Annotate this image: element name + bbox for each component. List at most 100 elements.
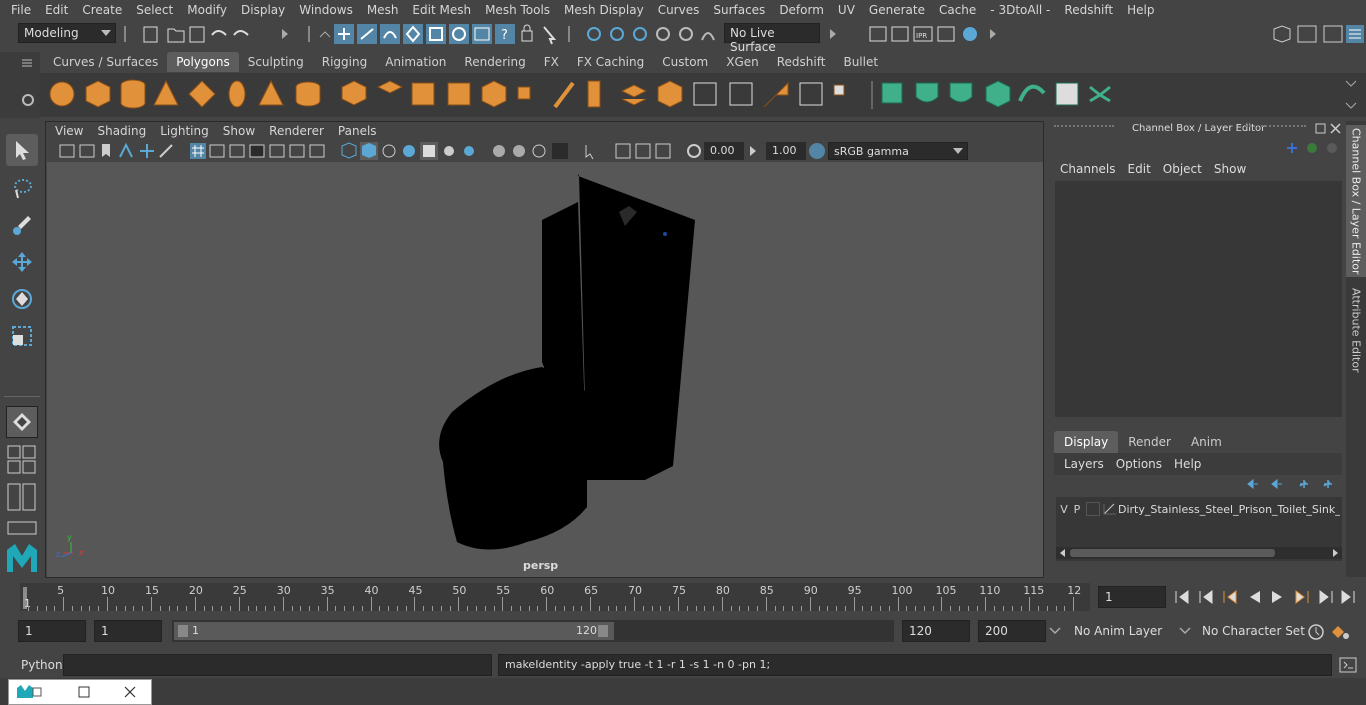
new-scene-icon[interactable] <box>143 26 158 43</box>
poly-cylinder-icon[interactable] <box>120 79 146 109</box>
xray-components-icon[interactable] <box>655 143 671 159</box>
shelf-tab-fx-caching[interactable]: FX Caching <box>568 52 653 72</box>
command-input[interactable] <box>63 654 492 676</box>
render-current-frame-icon[interactable] <box>869 26 887 42</box>
step-back-frame-icon[interactable] <box>1199 590 1213 604</box>
merge-icon[interactable] <box>799 82 823 106</box>
depth-of-field-icon[interactable] <box>552 143 568 159</box>
boolean-icon[interactable] <box>447 82 471 106</box>
poly-pipe-icon[interactable] <box>295 81 321 107</box>
append-polygon-icon[interactable] <box>620 84 648 106</box>
planar-uv-icon[interactable] <box>881 82 903 104</box>
restore-icon[interactable] <box>32 687 42 697</box>
layer-tab-anim[interactable]: Anim <box>1181 431 1232 453</box>
shelf-tab-redshift[interactable]: Redshift <box>768 52 835 72</box>
safe-title-icon[interactable] <box>309 144 325 158</box>
custom-layout-icon[interactable] <box>7 521 37 535</box>
menu-deform[interactable]: Deform <box>772 3 831 17</box>
layer-menu-layers[interactable]: Layers <box>1058 457 1110 471</box>
menu-windows[interactable]: Windows <box>292 3 360 17</box>
persp-outliner-layout-icon[interactable] <box>22 460 36 474</box>
script-editor-icon[interactable] <box>1338 656 1358 674</box>
channel-box-menu-channels[interactable]: Channels <box>1054 162 1122 176</box>
cut-sew-uv-icon[interactable] <box>1089 85 1111 103</box>
move-layer-up-icon[interactable] <box>1247 478 1258 490</box>
close-icon[interactable] <box>1330 123 1341 134</box>
uv-editor-icon[interactable] <box>1018 84 1046 102</box>
scale-tool[interactable] <box>6 320 38 352</box>
panel-menu-lighting[interactable]: Lighting <box>153 124 216 138</box>
color-space-dropdown[interactable]: sRGB gamma <box>828 142 968 160</box>
menu-redshift[interactable]: Redshift <box>1057 3 1120 17</box>
grey-dot-icon[interactable] <box>1327 143 1337 153</box>
anim-layer-dropdown[interactable]: No Anim Layer <box>1068 620 1176 642</box>
grid-toggle-icon[interactable] <box>190 143 206 159</box>
shelf-tab-xgen[interactable]: XGen <box>717 52 768 72</box>
four-pane-layout-icon[interactable] <box>22 445 36 459</box>
rotate-tool[interactable] <box>6 283 38 315</box>
screen-space-ao-icon[interactable] <box>493 145 505 157</box>
poly-pyramid-icon[interactable] <box>258 79 284 106</box>
render-settings-icon[interactable] <box>937 26 955 42</box>
menu-surfaces[interactable]: Surfaces <box>706 3 772 17</box>
playback-start-field[interactable]: 1 <box>94 620 162 642</box>
use-all-lights-icon[interactable] <box>444 146 454 156</box>
play-forwards-icon[interactable] <box>1272 591 1282 603</box>
cylindrical-uv-icon[interactable] <box>915 82 939 103</box>
shelf-scroll-icon[interactable] <box>1345 80 1357 109</box>
shelf-tab-polygons[interactable]: Polygons <box>167 52 239 72</box>
green-dot-icon[interactable] <box>1307 143 1317 153</box>
shelf-settings-gear-icon[interactable] <box>22 94 34 106</box>
menu-display[interactable]: Display <box>234 3 292 17</box>
panel-grip[interactable] <box>1246 125 1306 133</box>
range-end-grip[interactable] <box>598 625 608 637</box>
manipulator-icon[interactable] <box>1287 143 1297 153</box>
outliner-layout-icon[interactable] <box>7 483 21 511</box>
layer-display-type-toggle[interactable] <box>1086 502 1100 516</box>
poly-cube-icon[interactable] <box>85 80 111 108</box>
channel-box-menu-edit[interactable]: Edit <box>1122 162 1157 176</box>
range-start-grip[interactable] <box>178 625 188 637</box>
menu-modify[interactable]: Modify <box>180 3 234 17</box>
poly-cone-icon[interactable] <box>153 79 179 106</box>
menu-file[interactable]: File <box>4 3 38 17</box>
shelf-tab-fx[interactable]: FX <box>535 52 568 72</box>
pick-walk-icon[interactable] <box>543 26 557 45</box>
smooth-icon[interactable] <box>411 82 435 106</box>
command-language-toggle[interactable]: Python <box>21 658 63 672</box>
channel-box-menu-show[interactable]: Show <box>1208 162 1252 176</box>
3d-viewport[interactable]: x y z persp <box>47 162 1043 577</box>
insert-edge-loop-icon[interactable] <box>693 82 717 106</box>
menu-curves[interactable]: Curves <box>651 3 707 17</box>
panel-menu-panels[interactable]: Panels <box>331 124 384 138</box>
paint-select-tool[interactable] <box>6 209 38 241</box>
automatic-uv-icon[interactable] <box>985 80 1011 108</box>
shelf-tab-bullet[interactable]: Bullet <box>834 52 887 72</box>
chevron-down-icon[interactable] <box>1178 626 1192 636</box>
spherical-uv-icon[interactable] <box>949 82 973 103</box>
hypershade-icon[interactable] <box>963 27 977 41</box>
separate-icon[interactable] <box>376 80 404 94</box>
menu-mesh-display[interactable]: Mesh Display <box>557 3 651 17</box>
menu-cache[interactable]: Cache <box>932 3 983 17</box>
tab-channel-box-layer-editor[interactable]: Channel Box / Layer Editor <box>1346 125 1366 277</box>
animation-preferences-icon[interactable] <box>1332 626 1344 638</box>
shelf-tab-curves-surfaces[interactable]: Curves / Surfaces <box>44 52 167 72</box>
layer-tab-display[interactable]: Display <box>1054 431 1119 453</box>
render-sequence-icon[interactable] <box>891 26 909 42</box>
anti-aliasing-icon[interactable] <box>532 144 546 158</box>
poly-plane-icon[interactable] <box>188 80 216 108</box>
shelf-menu-icon[interactable] <box>22 59 32 67</box>
maximize-icon[interactable] <box>78 686 90 698</box>
shelf-tab-sculpting[interactable]: Sculpting <box>239 52 313 72</box>
step-forward-frame-icon[interactable] <box>1319 590 1333 604</box>
playback-end-field[interactable]: 120 <box>902 620 970 642</box>
shadows-icon[interactable] <box>464 146 474 156</box>
exposure-field[interactable]: 0.00 <box>704 142 744 160</box>
new-layer-from-selection-icon[interactable] <box>1323 480 1332 488</box>
animation-end-field[interactable]: 200 <box>978 620 1046 642</box>
graph-layout-icon[interactable] <box>22 483 36 511</box>
range-slider-handle[interactable] <box>174 622 614 640</box>
shaded-wireframe-icon[interactable] <box>403 145 415 157</box>
snap-curve-icon[interactable] <box>610 27 624 41</box>
